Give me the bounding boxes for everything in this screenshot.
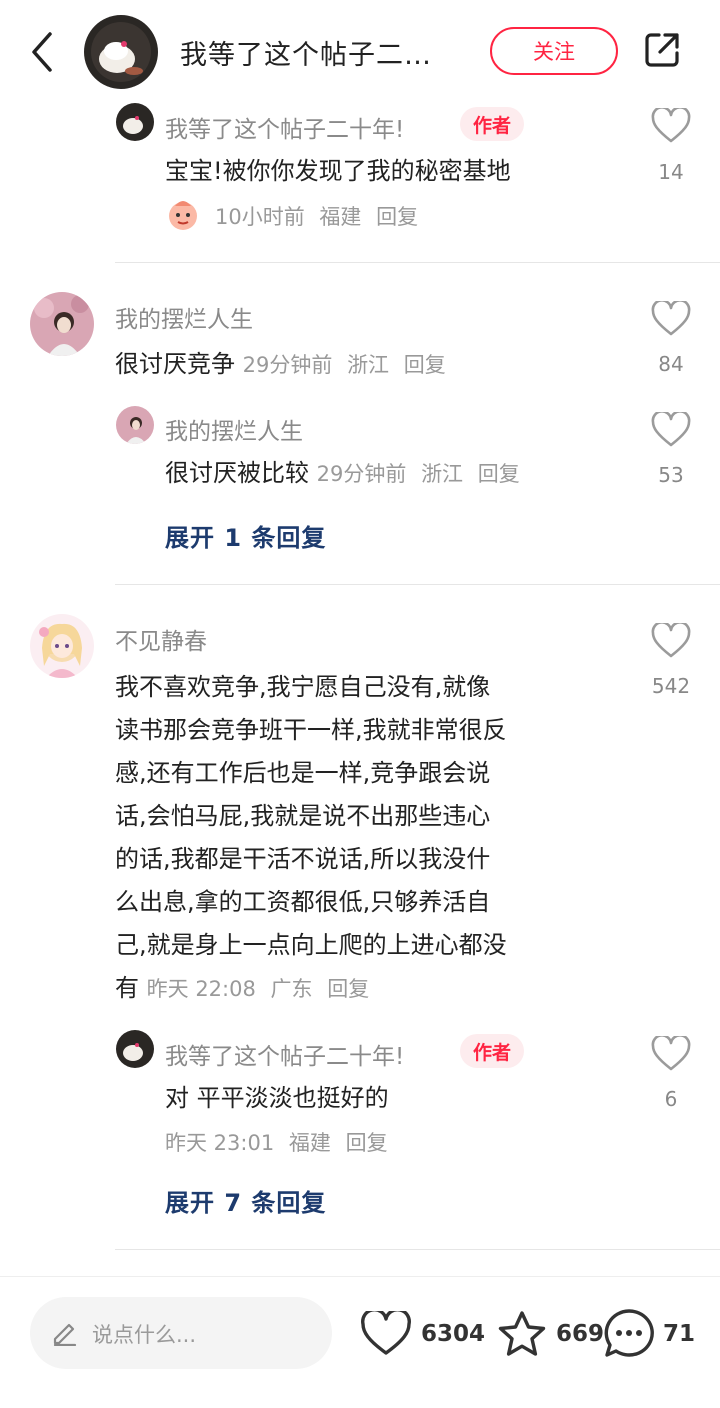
- commenter-name[interactable]: 不见静春: [115, 622, 207, 656]
- reply-avatar[interactable]: [116, 406, 154, 444]
- divider: [115, 262, 720, 263]
- comment-text-line: 话,会怕马屁,我就是说不出那些违心: [115, 802, 491, 830]
- reply-button[interactable]: 回复: [327, 977, 369, 1001]
- reply-meta: 昨天 23:01 福建 回复: [165, 1127, 388, 1157]
- emoji-sticker-icon: [165, 196, 201, 232]
- reply-button[interactable]: 回复: [404, 353, 446, 377]
- back-arrow-icon[interactable]: [24, 28, 60, 76]
- heart-icon[interactable]: [651, 1036, 691, 1072]
- like-count: 542: [651, 674, 691, 698]
- comment-input[interactable]: 说点什么...: [30, 1297, 332, 1369]
- reply-location: 浙江: [421, 462, 464, 486]
- reply-button[interactable]: 回复: [376, 205, 418, 229]
- comment-text-line: 己,就是身上一点向上爬的上进心都没: [115, 931, 507, 959]
- reply-button[interactable]: 回复: [346, 1131, 388, 1155]
- comment-location: 浙江: [347, 353, 390, 377]
- like-count: 14: [658, 160, 684, 184]
- reply-time: 29分钟前: [316, 462, 407, 486]
- comment-location: 广东: [270, 977, 313, 1001]
- expand-replies-button[interactable]: 展开 7 条回复: [165, 1183, 326, 1218]
- comment-text-line: 的话,我都是干活不说话,所以我没什: [115, 845, 491, 873]
- like-count: 53: [658, 463, 684, 487]
- reply-meta: 29分钟前 浙江 回复: [317, 462, 520, 486]
- comment-text-line: 有: [115, 974, 139, 1002]
- heart-icon[interactable]: [360, 1311, 412, 1357]
- comment-time: 29分钟前: [242, 353, 333, 377]
- reply-location: 福建: [319, 205, 362, 229]
- heart-icon[interactable]: [651, 412, 691, 448]
- follow-button[interactable]: 关注: [490, 27, 618, 75]
- top-bar: 我等了这个帖子二… 关注: [0, 0, 720, 104]
- commenter-avatar[interactable]: [30, 292, 94, 356]
- comment-text-row[interactable]: 很讨厌竞争 29分钟前 浙江 回复: [115, 343, 446, 387]
- reply-avatar[interactable]: [116, 1030, 154, 1068]
- reply-author-name[interactable]: 我的摆烂人生: [165, 412, 303, 446]
- comment-text-line: 我不喜欢竞争,我宁愿自己没有,就像: [115, 673, 491, 701]
- comment-meta: 29分钟前 浙江 回复: [243, 353, 446, 377]
- reply-text[interactable]: 宝宝!被你你发现了我的秘密基地: [165, 150, 511, 193]
- reply-text[interactable]: 对 平平淡淡也挺好的: [165, 1077, 389, 1120]
- reply-avatar[interactable]: [116, 103, 154, 141]
- author-tag: 作者: [460, 1034, 524, 1068]
- comment-meta: 昨天 22:08 广东 回复: [147, 977, 370, 1001]
- expand-replies-button[interactable]: 展开 1 条回复: [165, 518, 326, 553]
- comment-text-line: 感,还有工作后也是一样,竞争跟会说: [115, 759, 491, 787]
- comment-text-line: 么出息,拿的工资都很低,只够养活自: [115, 888, 491, 916]
- author-tag: 作者: [460, 107, 524, 141]
- author-avatar[interactable]: [84, 15, 158, 89]
- comment-text[interactable]: 我不喜欢竞争,我宁愿自己没有,就像 读书那会竞争班干一样,我就非常很反 感,还有…: [115, 666, 615, 1011]
- divider: [115, 1249, 720, 1250]
- comment-text-last-line: 有 昨天 22:08 广东 回复: [115, 967, 615, 1011]
- share-icon[interactable]: [643, 31, 681, 69]
- reply-author-name[interactable]: 我等了这个帖子二十年!: [165, 110, 404, 144]
- pencil-icon: [53, 1323, 77, 1346]
- heart-icon[interactable]: [651, 301, 691, 337]
- comment-text: 很讨厌竞争: [115, 350, 235, 378]
- heart-icon[interactable]: [651, 108, 691, 144]
- comment-input-placeholder: 说点什么...: [92, 1323, 197, 1347]
- like-count: 84: [658, 352, 684, 376]
- reply-time: 10小时前: [215, 205, 305, 229]
- post-title: 我等了这个帖子二…: [180, 40, 432, 71]
- reply-text-row[interactable]: 很讨厌被比较 29分钟前 浙江 回复: [165, 452, 520, 496]
- commenter-avatar[interactable]: [30, 614, 94, 678]
- bottom-action-bar: 说点什么... 6304 669 71: [0, 1276, 720, 1408]
- commenter-name[interactable]: 我的摆烂人生: [115, 300, 253, 334]
- favorite-total: 669: [556, 1321, 605, 1347]
- comment-bubble-icon[interactable]: [602, 1307, 656, 1359]
- reply-meta: 10小时前 福建 回复: [215, 201, 418, 231]
- comment-text-line: 读书那会竞争班干一样,我就非常很反: [115, 716, 507, 744]
- reply-button[interactable]: 回复: [478, 462, 520, 486]
- reply-text: 很讨厌被比较: [165, 459, 309, 487]
- like-count: 6: [664, 1087, 678, 1111]
- reply-location: 福建: [288, 1131, 331, 1155]
- comment-total: 71: [663, 1321, 696, 1347]
- reply-time: 昨天 23:01: [165, 1131, 275, 1155]
- divider: [115, 584, 720, 585]
- comment-time: 昨天 22:08: [146, 977, 256, 1001]
- heart-icon[interactable]: [651, 623, 691, 659]
- star-icon[interactable]: [496, 1309, 548, 1359]
- like-total: 6304: [421, 1321, 486, 1347]
- reply-author-name[interactable]: 我等了这个帖子二十年!: [165, 1037, 404, 1071]
